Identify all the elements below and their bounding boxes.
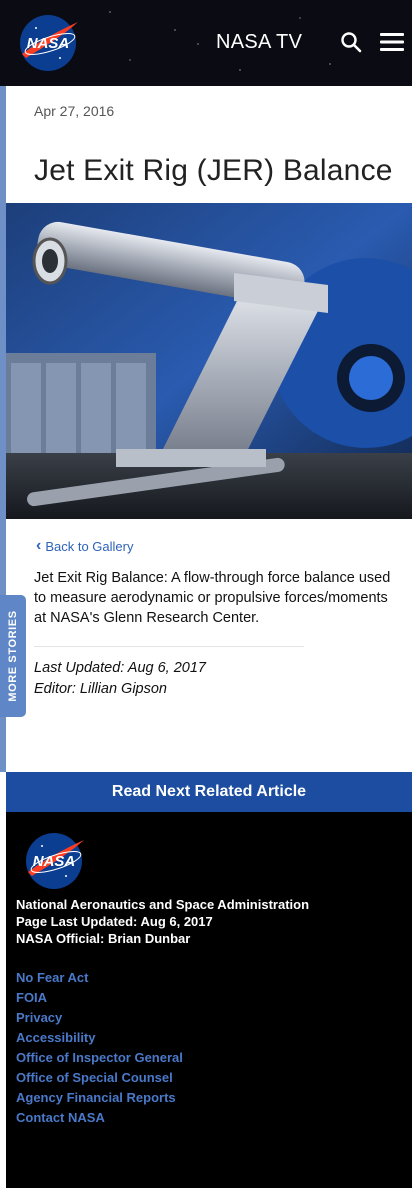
footer-link-special-counsel[interactable]: Office of Special Counsel <box>16 1068 183 1088</box>
footer-link-inspector-general[interactable]: Office of Inspector General <box>16 1048 183 1068</box>
read-next-button[interactable]: Read Next Related Article <box>6 772 412 812</box>
footer-link-accessibility[interactable]: Accessibility <box>16 1028 183 1048</box>
site-header: NASA NASA TV <box>0 0 412 86</box>
agency-info: National Aeronautics and Space Administr… <box>16 896 309 947</box>
more-stories-label: MORE STORIES <box>7 610 19 702</box>
page-title: Jet Exit Rig (JER) Balance <box>34 154 393 187</box>
agency-name: National Aeronautics and Space Administr… <box>16 897 310 912</box>
footer-link-foia[interactable]: FOIA <box>16 988 183 1008</box>
site-footer: NASA National Aeronautics and Space Admi… <box>6 812 412 1188</box>
nasa-logo-text: NASA <box>27 35 70 52</box>
search-icon[interactable] <box>340 31 362 53</box>
editor: Editor: Lillian Gipson <box>34 681 167 697</box>
back-to-gallery-label: Back to Gallery <box>45 538 134 554</box>
footer-links: No Fear Act FOIA Privacy Accessibility O… <box>16 968 183 1128</box>
nasa-official: NASA Official: Brian Dunbar <box>16 931 191 946</box>
last-updated: Last Updated: Aug 6, 2017 <box>34 660 206 676</box>
nasa-logo[interactable]: NASA <box>16 14 80 72</box>
footer-link-no-fear-act[interactable]: No Fear Act <box>16 968 183 988</box>
article-photo[interactable] <box>6 203 412 519</box>
footer-logo-text: NASA <box>33 853 76 870</box>
article-date: Apr 27, 2016 <box>34 103 115 119</box>
article-description: Jet Exit Rig Balance: A flow-through for… <box>34 570 391 626</box>
chevron-left-icon: ‹ <box>36 537 42 554</box>
menu-icon[interactable] <box>380 32 404 52</box>
footer-nasa-logo[interactable]: NASA <box>22 832 86 890</box>
more-stories-tab[interactable]: MORE STORIES <box>0 595 26 717</box>
page-last-updated: Page Last Updated: Aug 6, 2017 <box>16 914 213 929</box>
article-meta: Last Updated: Aug 6, 2017 Editor: Lillia… <box>34 658 206 700</box>
footer-link-privacy[interactable]: Privacy <box>16 1008 183 1028</box>
footer-link-contact-nasa[interactable]: Contact NASA <box>16 1108 183 1128</box>
divider <box>34 646 304 647</box>
footer-link-financial-reports[interactable]: Agency Financial Reports <box>16 1088 183 1108</box>
back-to-gallery-link[interactable]: ‹ Back to Gallery <box>36 538 133 554</box>
nasa-tv-link[interactable]: NASA TV <box>216 31 302 54</box>
